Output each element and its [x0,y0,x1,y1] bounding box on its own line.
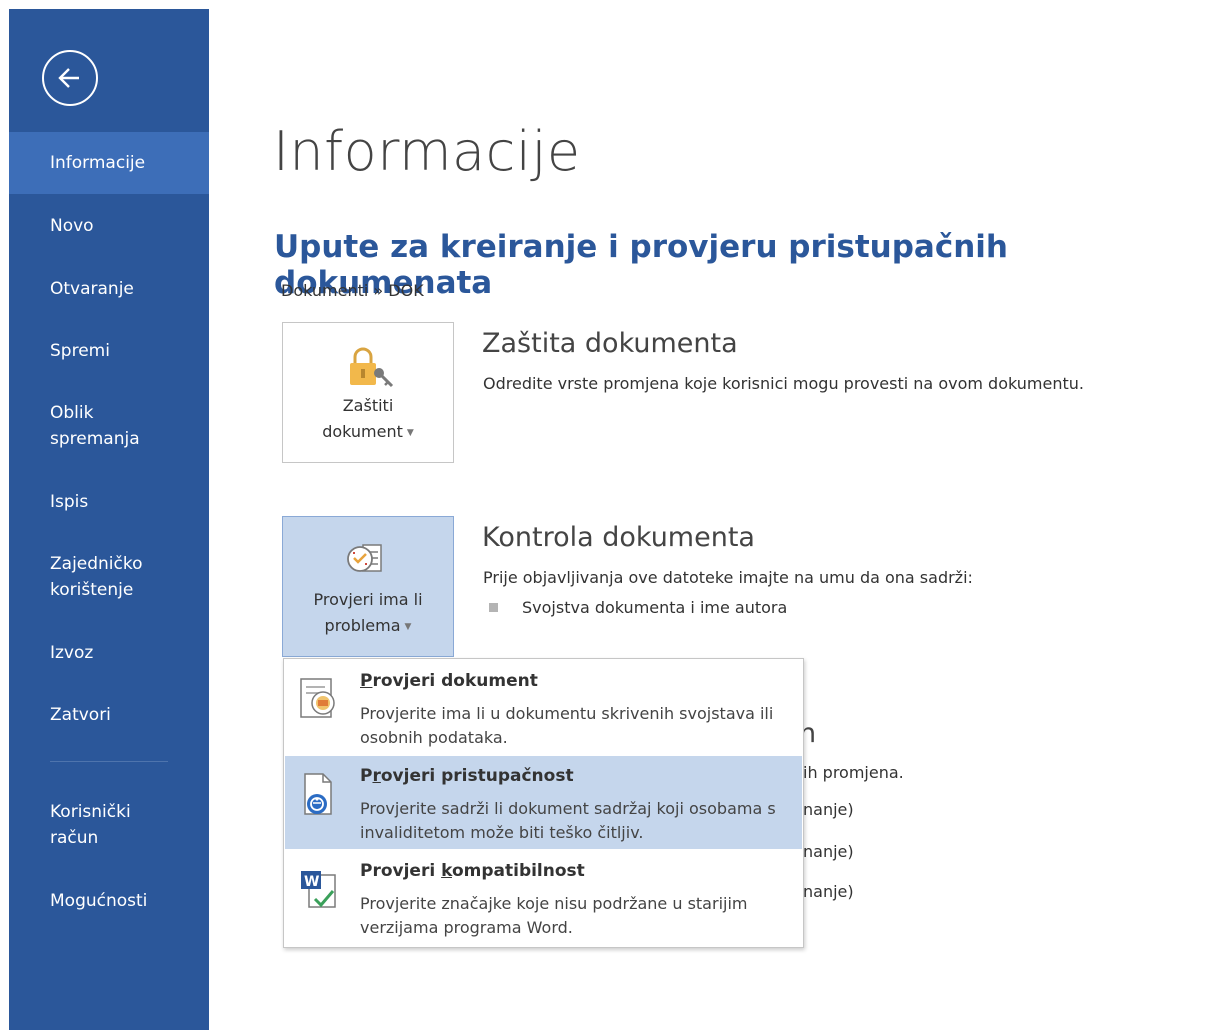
hidden-text-fragment-3: nanje) [803,842,854,861]
bullet-marker [489,603,498,612]
lock-key-icon [350,347,394,388]
nav-item-label: Spremi [50,341,110,361]
inspect-label-line2: problema [324,616,401,635]
nav-item-otvaranje[interactable]: Otvaranje [9,276,209,302]
inspect-section-title: Kontrola dokumenta [482,522,755,553]
menu-item-title: Provjeri pristupačnost [360,766,574,786]
nav-item-oblik-spremanja[interactable]: Oblik spremanja [9,400,209,452]
menu-item-inspect-document[interactable]: Provjeri dokument Provjerite ima li u do… [285,661,802,754]
access-key: r [372,766,381,786]
menu-item-check-compatibility[interactable]: W Provjeri kompatibilnost Provjerite zna… [285,851,802,944]
dropdown-caret-icon: ▼ [404,621,412,632]
title-rest: rovjeri dokument [372,671,538,691]
title-rest: ompatibilnost [451,861,585,881]
access-key: k [441,861,452,881]
check-for-issues-label: Provjeri ima li problema ▼ [283,587,453,640]
nav-item-mogucnosti[interactable]: Mogućnosti [9,888,209,914]
nav-item-korisnicki-racun[interactable]: Korisnički račun [9,799,209,851]
check-for-issues-dropdown: Provjeri dokument Provjerite ima li u do… [283,658,804,948]
svg-text:W: W [304,874,319,890]
protect-document-label: Zaštiti dokument ▼ [283,393,453,446]
back-arrow-icon [58,68,79,88]
nav-item-izvoz[interactable]: Izvoz [9,640,209,666]
protect-label-line1: Zaštiti [342,396,394,415]
title-rest: ovjeri pristupačnost [380,766,574,786]
menu-item-title: Provjeri dokument [360,671,538,691]
nav-item-label: Otvaranje [50,279,134,299]
menu-item-description: Provjerite ima li u dokumentu skrivenih … [360,704,774,747]
menu-item-title: Provjeri kompatibilnost [360,861,585,881]
inspect-label-line1: Provjeri ima li [313,590,423,609]
nav-item-label: Novo [50,216,94,236]
title-prefix: P [360,766,373,786]
access-key: P [360,671,373,691]
nav-item-label: Zajedničko korištenje [50,554,143,600]
accessibility-check-icon [304,773,332,815]
nav-item-label: Ispis [50,492,89,512]
menu-item-description: Provjerite sadrži li dokument sadržaj ko… [360,799,776,842]
checklist-clock-icon [347,544,382,572]
nav-divider [50,761,168,762]
inspect-bullet-item: Svojstva dokumenta i ime autora [522,598,788,617]
protect-section-title: Zaštita dokumenta [482,328,738,359]
nav-item-zatvori[interactable]: Zatvori [9,702,209,728]
back-button[interactable] [42,50,98,106]
page-title: Informacije [273,120,581,183]
inspect-section-description: Prije objavljivanja ove datoteke imajte … [483,568,973,587]
word-compatibility-icon: W [301,871,336,908]
nav-item-label: Zatvori [50,705,111,725]
protect-document-button[interactable]: Zaštiti dokument ▼ [282,322,454,463]
nav-item-spremi[interactable]: Spremi [9,338,209,364]
nav-item-zajednicko-koristenje[interactable]: Zajedničko korištenje [9,551,209,603]
nav-item-label: Oblik spremanja [50,403,140,449]
nav-item-label: Mogućnosti [50,891,148,911]
backstage-sidebar: Informacije Novo Otvaranje Spremi Oblik … [9,9,209,1030]
menu-item-description: Provjerite značajke koje nisu podržane u… [360,894,748,937]
protect-label-line2: dokument [322,422,403,441]
window-top-strip [0,0,1215,8]
inspect-document-icon [300,678,335,718]
nav-item-label: Informacije [50,153,146,173]
title-prefix: Provjeri [360,861,442,881]
nav-item-label: Korisnički račun [50,802,131,848]
hidden-text-fragment-2: nanje) [803,800,854,819]
nav-item-ispis[interactable]: Ispis [9,489,209,515]
hidden-text-fragment-4: nanje) [803,882,854,901]
nav-item-informacije[interactable]: Informacije [9,132,209,194]
document-path: Dokumenti » DOK [281,281,424,300]
check-for-issues-button[interactable]: Provjeri ima li problema ▼ [282,516,454,657]
menu-item-check-accessibility[interactable]: Provjeri pristupačnost Provjerite sadrži… [285,756,802,849]
protect-section-description: Odredite vrste promjena koje korisnici m… [483,374,1084,393]
dropdown-caret-icon: ▼ [406,427,414,438]
nav-item-label: Izvoz [50,643,94,663]
nav-item-novo[interactable]: Novo [9,213,209,239]
hidden-text-fragment-1: ih promjena. [803,763,904,782]
